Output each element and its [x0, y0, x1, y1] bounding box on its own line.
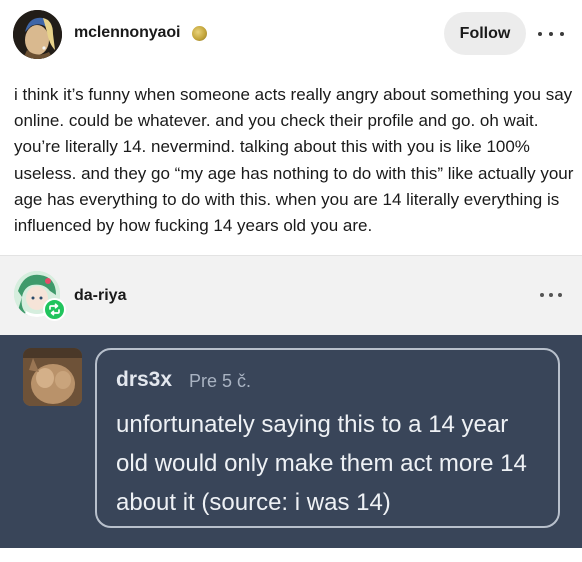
ellipsis-icon[interactable]: [538, 24, 564, 44]
dot: [538, 32, 542, 36]
embedded-comment: drs3x Pre 5 č. unfortunately saying this…: [0, 335, 582, 548]
comment-timestamp: Pre 5 č.: [189, 371, 252, 391]
dot: [549, 293, 553, 297]
reblogger-username[interactable]: da-riya: [74, 287, 126, 305]
reblog-arrows-glyph: [49, 303, 60, 316]
comment-bubble: drs3x Pre 5 č. unfortunately saying this…: [95, 348, 560, 528]
post-card: mclennonyaoi Follow i think it’s funny w…: [0, 0, 582, 562]
post-header: mclennonyaoi Follow: [0, 0, 582, 68]
reblog-header: da-riya: [0, 255, 582, 335]
reblog-icon: [43, 298, 66, 321]
post-footer-space: [0, 548, 582, 562]
dot: [560, 32, 564, 36]
comment-text: unfortunately saying this to a 14 year o…: [116, 411, 527, 516]
dot: [558, 293, 562, 297]
dot: [540, 293, 544, 297]
commenter-username: drs3x: [116, 368, 173, 391]
cat-photo-icon: [23, 348, 82, 406]
author-username[interactable]: mclennonyaoi: [74, 24, 180, 42]
dot: [549, 32, 553, 36]
post-body-text: i think it’s funny when someone acts rea…: [14, 85, 574, 236]
ellipsis-icon[interactable]: [540, 288, 562, 302]
follow-button[interactable]: Follow: [444, 12, 526, 55]
gold-coin-badge-icon: [192, 26, 207, 41]
commenter-avatar: [23, 348, 82, 406]
author-avatar[interactable]: [13, 10, 62, 59]
pearl-earring-portrait-icon: [13, 10, 62, 59]
